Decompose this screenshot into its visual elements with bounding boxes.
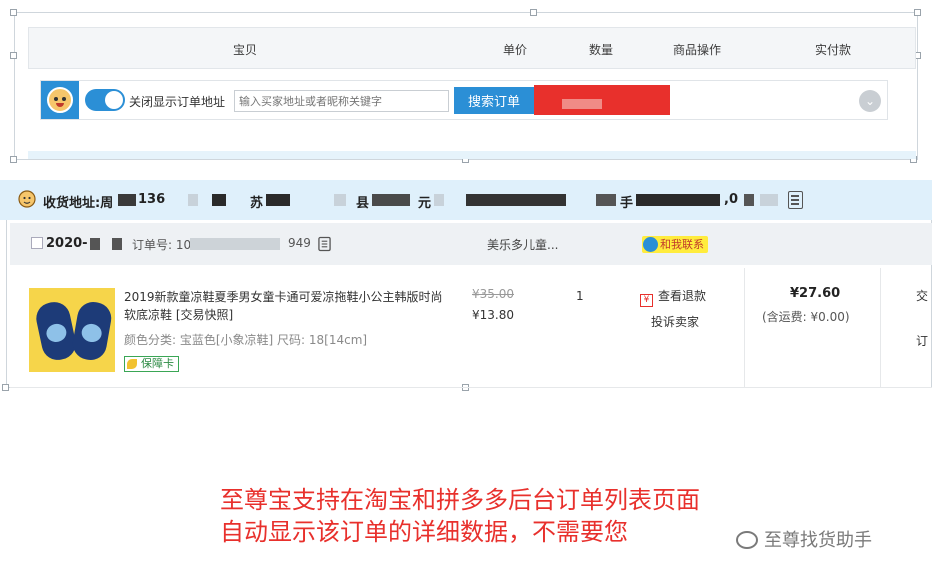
search-toolbar: 关闭显示订单地址 搜索订单 ⌄ <box>40 80 888 120</box>
address-fragment: 136 <box>138 192 166 207</box>
column-divider <box>744 268 745 388</box>
search-order-button[interactable]: 搜索订单 <box>454 87 534 114</box>
product-row: 2019新款童凉鞋夏季男女童卡通可爱凉拖鞋小公主韩版时尚软底凉鞋 [交易快照] … <box>10 268 932 388</box>
redacted-block <box>372 194 410 206</box>
column-price: 单价 <box>503 43 528 57</box>
contact-seller-button[interactable]: 和我联系 <box>642 236 708 253</box>
caption-line-2: 自动显示该订单的详细数据，不需要您 <box>220 518 628 546</box>
paid-shipping: (含运费: ¥0.00) <box>762 310 850 324</box>
watermark: 至尊找货助手 <box>736 526 872 552</box>
shop-name-link[interactable]: 美乐多儿童... <box>487 236 558 253</box>
redacted-block <box>188 194 198 206</box>
address-fragment: 手 <box>620 196 634 211</box>
paid-amount: ¥27.60 <box>790 286 841 301</box>
resize-handle[interactable] <box>10 9 17 16</box>
redacted-block <box>636 194 720 206</box>
address-fragment: 县 <box>356 196 370 211</box>
trade-detail-link[interactable]: 订 <box>916 332 928 349</box>
chat-icon <box>643 237 658 252</box>
redacted-block <box>466 194 566 206</box>
redacted-block <box>434 194 444 206</box>
view-refund-link[interactable]: ¥ 查看退款 <box>640 287 706 307</box>
address-fragment: 元 <box>418 196 432 211</box>
wechat-icon <box>736 531 758 549</box>
resize-handle[interactable] <box>2 384 9 391</box>
guarantee-label: 保障卡 <box>141 357 174 370</box>
redacted-block <box>744 194 754 206</box>
chevron-down-icon[interactable]: ⌄ <box>859 90 881 112</box>
user-avatar-icon <box>18 190 36 208</box>
column-header: 宝贝 单价 数量 商品操作 实付款 <box>28 27 916 69</box>
address-fragment: 苏 <box>250 196 264 211</box>
complain-seller-link[interactable]: 投诉卖家 <box>651 313 699 330</box>
product-thumbnail[interactable] <box>29 288 115 372</box>
redacted-block <box>190 238 280 250</box>
resize-handle[interactable] <box>10 156 17 163</box>
current-price: ¥13.80 <box>472 308 514 322</box>
flower-icon <box>127 359 137 369</box>
original-price: ¥35.00 <box>472 287 514 301</box>
resize-handle[interactable] <box>530 9 537 16</box>
redacted-block <box>266 194 290 206</box>
shipping-address-row: 收货地址:周 136 苏 县 元 手 ,0 <box>0 180 932 220</box>
redacted-block <box>90 238 100 250</box>
copy-order-icon[interactable] <box>318 236 331 252</box>
redacted-block <box>212 194 226 206</box>
trade-status: 交 <box>916 289 929 303</box>
watermark-text: 至尊找货助手 <box>764 530 872 551</box>
caption-line-1: 至尊宝支持在淘宝和拼多多后台订单列表页面 <box>220 486 700 514</box>
refund-icon: ¥ <box>640 294 653 307</box>
column-divider <box>880 268 881 388</box>
address-label: 收货地址:周 <box>43 196 114 211</box>
column-item: 宝贝 <box>233 43 258 57</box>
contact-label: 和我联系 <box>660 238 704 251</box>
resize-handle[interactable] <box>914 9 921 16</box>
resize-handle[interactable] <box>10 52 17 59</box>
app-logo-icon <box>41 81 79 119</box>
redacted-block <box>760 194 778 206</box>
redacted-block <box>118 194 136 206</box>
refund-label: 查看退款 <box>658 289 707 303</box>
column-paid: 实付款 <box>815 43 852 57</box>
order-date: 2020- <box>46 236 88 251</box>
column-operation: 商品操作 <box>673 43 722 57</box>
order-number-tail: 949 <box>288 236 311 250</box>
address-fragment: ,0 <box>724 192 738 207</box>
redacted-block <box>112 238 122 250</box>
promo-caption: 至尊宝支持在淘宝和拼多多后台订单列表页面 自动显示该订单的详细数据，不需要您 <box>220 484 700 548</box>
order-header-row: 2020- 订单号: 10 949 美乐多儿童... 和我联系 <box>10 223 932 265</box>
order-number-label: 订单号: 10 <box>132 238 192 252</box>
order-select-checkbox[interactable] <box>31 237 43 249</box>
redacted-area <box>534 85 670 115</box>
quantity: 1 <box>576 289 584 303</box>
toggle-label: 关闭显示订单地址 <box>129 95 226 109</box>
show-address-toggle[interactable] <box>85 89 125 111</box>
guarantee-card-badge[interactable]: 保障卡 <box>124 356 179 372</box>
copy-address-icon[interactable] <box>788 191 803 209</box>
divider-strip <box>28 151 916 159</box>
redacted-block <box>334 194 346 206</box>
redacted-block <box>596 194 616 206</box>
product-sku: 颜色分类: 宝蓝色[小象凉鞋] 尺码: 18[14cm] <box>124 333 368 347</box>
column-quantity: 数量 <box>589 43 614 57</box>
product-title-link[interactable]: 2019新款童凉鞋夏季男女童卡通可爱凉拖鞋小公主韩版时尚软底凉鞋 [交易快照] <box>124 288 444 324</box>
search-input[interactable] <box>234 90 449 112</box>
